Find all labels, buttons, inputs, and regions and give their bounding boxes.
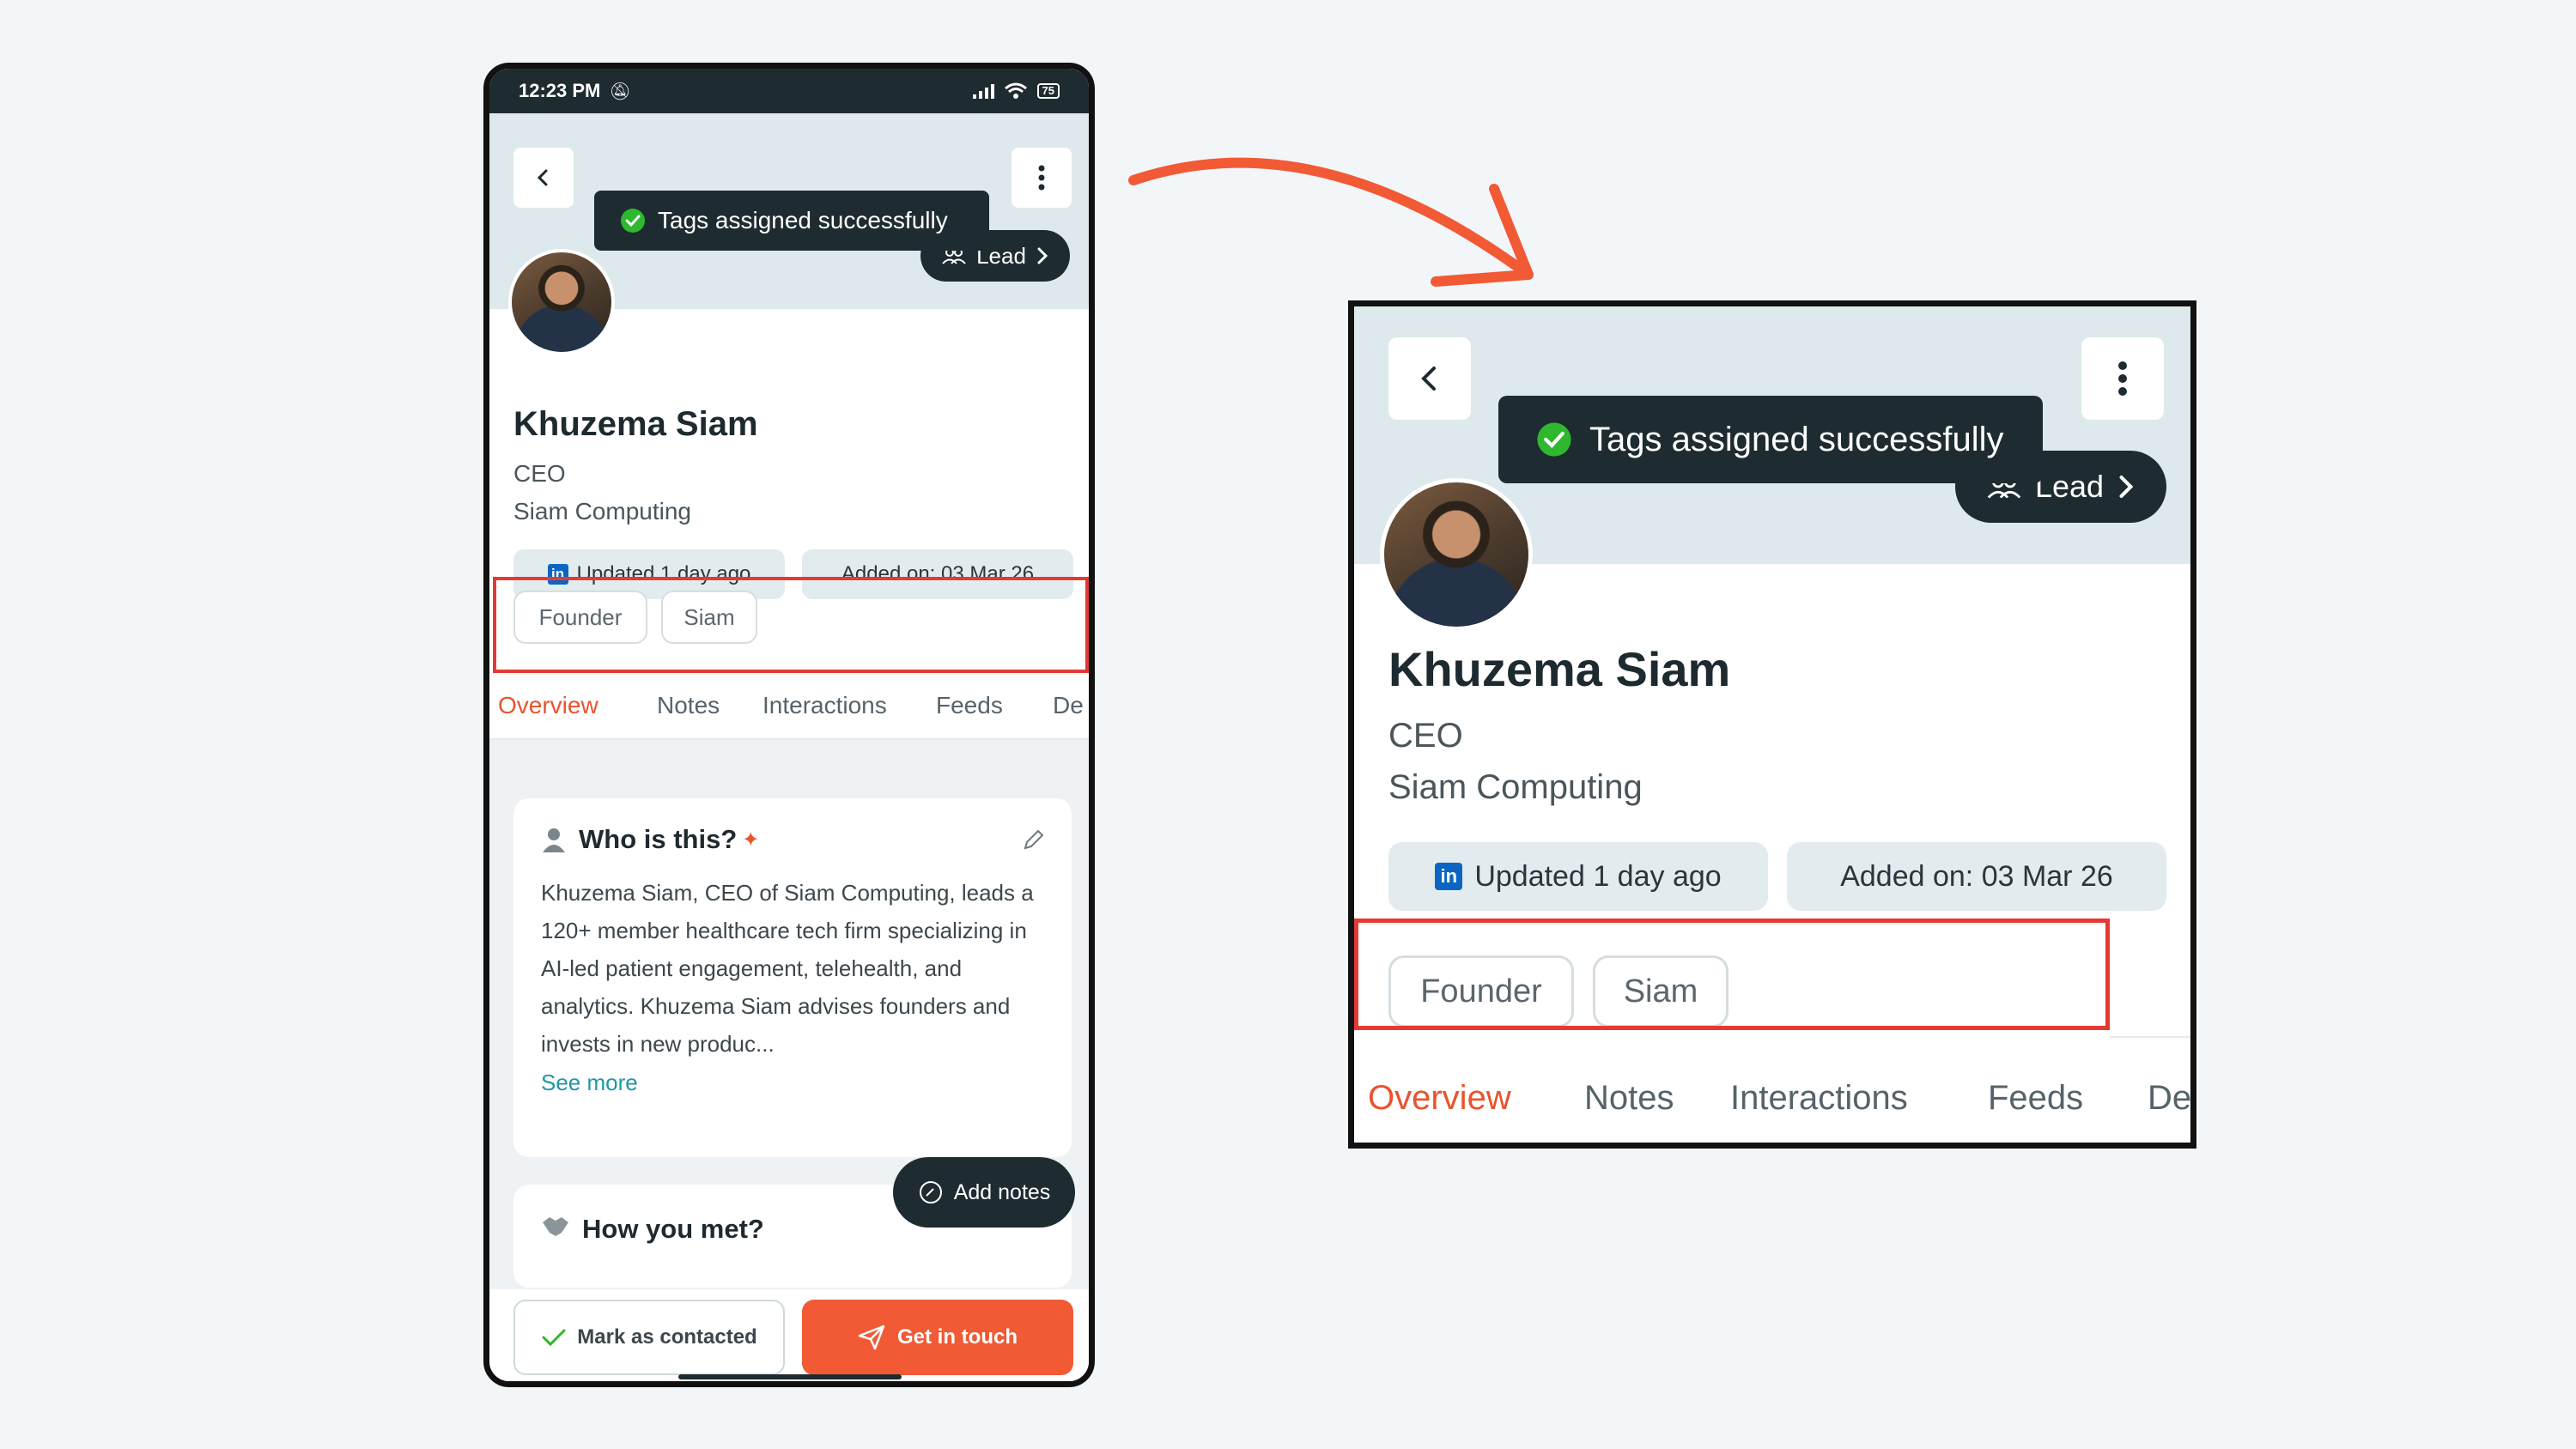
tab-overview[interactable]: Overview [498, 692, 598, 719]
check-circle-icon [1537, 422, 1571, 457]
chevron-left-icon [1421, 367, 1436, 391]
curved-arrow [1128, 157, 1534, 287]
mark-contacted-button[interactable]: Mark as contacted [513, 1300, 785, 1375]
zoom-toast-message: Tags assigned successfully [1589, 420, 2004, 458]
get-in-touch-button[interactable]: Get in touch [802, 1300, 1073, 1375]
note-icon [919, 1181, 942, 1203]
zoom-lead-label: Lead [2034, 469, 2105, 504]
zoom-contact-title: CEO [1388, 717, 1463, 755]
tab-feeds[interactable]: Feeds [936, 692, 1003, 719]
wifi-icon [1004, 82, 1027, 99]
who-card-title: Who is this? [579, 824, 738, 854]
status-time: 12:23 PM [519, 80, 601, 101]
get-in-touch-label: Get in touch [897, 1325, 1018, 1349]
zoom-more-options-button[interactable] [2081, 337, 2164, 420]
zoom-tab-interactions[interactable]: Interactions [1730, 1079, 1908, 1118]
how-met-title: How you met? [582, 1214, 764, 1244]
handshake-icon [543, 1217, 568, 1236]
add-notes-button[interactable]: Add notes [893, 1157, 1075, 1228]
signal-icon [972, 83, 994, 99]
mark-contacted-label: Mark as contacted [577, 1325, 757, 1349]
zoom-tab-details[interactable]: Det [2148, 1079, 2190, 1118]
zoom-tab-overview[interactable]: Overview [1368, 1079, 1511, 1118]
zoom-divider [2110, 1036, 2190, 1038]
linkedin-icon: in [1435, 863, 1463, 890]
home-indicator [678, 1374, 902, 1379]
contact-screen: 12:23 PM 🔕︎ 75 Lead Tags assigned succes… [489, 69, 1089, 1381]
zoomed-detail-panel: Lead Tags assigned successfully Khuzema … [1348, 300, 2196, 1149]
add-notes-label: Add notes [953, 1179, 1051, 1204]
tab-interactions[interactable]: Interactions [762, 692, 887, 719]
tab-notes[interactable]: Notes [657, 692, 720, 719]
contact-title: CEO [513, 460, 566, 487]
check-icon [542, 1329, 566, 1347]
status-bar: 12:23 PM 🔕︎ 75 [489, 69, 1089, 113]
ai-sparkle-icon: ✦ [742, 828, 760, 852]
success-toast: Tags assigned successfully [594, 191, 989, 251]
bell-off-icon: 🔕︎ [609, 82, 631, 101]
person-icon [543, 828, 565, 852]
zoom-added-date-badge: Added on: 03 Mar 26 [1787, 842, 2166, 911]
pencil-icon[interactable] [1022, 828, 1046, 852]
back-button[interactable] [513, 148, 574, 208]
contact-company: Siam Computing [513, 498, 691, 524]
more-options-button[interactable] [1012, 148, 1072, 208]
chevron-left-icon [537, 169, 548, 186]
zoom-contact-name: Khuzema Siam [1388, 642, 1731, 696]
zoom-updated-badge[interactable]: in Updated 1 day ago [1388, 842, 1768, 911]
chevron-right-icon [2119, 476, 2134, 498]
zoom-back-button[interactable] [1388, 337, 1471, 420]
tab-bar: Overview Notes Interactions Feeds De [489, 670, 1089, 740]
kebab-icon [2118, 361, 2127, 396]
phone-frame: 12:23 PM 🔕︎ 75 Lead Tags assigned succes… [483, 63, 1095, 1387]
chevron-right-icon [1037, 247, 1048, 264]
contact-name: Khuzema Siam [513, 405, 758, 443]
check-circle-icon [621, 209, 645, 233]
toast-message: Tags assigned successfully [658, 207, 948, 233]
zoom-contact-company: Siam Computing [1388, 768, 1643, 806]
who-card-body: Khuzema Siam, CEO of Siam Computing, lea… [541, 880, 1034, 1057]
zoom-tab-notes[interactable]: Notes [1584, 1079, 1674, 1118]
zoom-avatar [1380, 478, 1533, 631]
avatar [508, 249, 615, 355]
zoom-updated-text: Updated 1 day ago [1474, 859, 1722, 893]
tags-highlight-box [493, 577, 1089, 673]
battery-icon: 75 [1036, 83, 1060, 99]
who-is-this-card: Who is this? ✦ Khuzema Siam, CEO of Siam… [513, 798, 1072, 1157]
tab-details[interactable]: De [1053, 692, 1084, 719]
zoom-tags-highlight-box [1354, 919, 2110, 1030]
zoom-tab-feeds[interactable]: Feeds [1988, 1079, 2083, 1118]
kebab-icon [1038, 165, 1045, 191]
zoom-success-toast: Tags assigned successfully [1498, 396, 2043, 483]
zoom-added-text: Added on: 03 Mar 26 [1840, 859, 2113, 893]
paper-plane-icon [858, 1325, 885, 1350]
action-bar: Mark as contacted Get in touch [489, 1289, 1089, 1381]
see-more-link[interactable]: See more [541, 1070, 1044, 1096]
